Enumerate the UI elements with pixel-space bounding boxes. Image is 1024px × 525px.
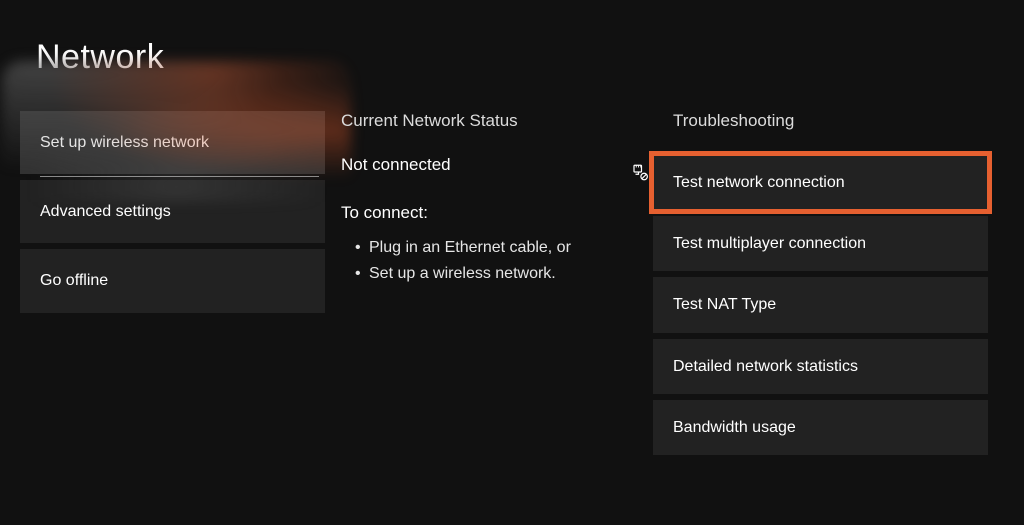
connect-bullet: Set up a wireless network. xyxy=(359,261,643,287)
setup-wireless-button[interactable]: Set up wireless network xyxy=(20,111,325,174)
troubleshooting-item-label: Bandwidth usage xyxy=(673,419,796,436)
troubleshooting-heading: Troubleshooting xyxy=(653,111,988,131)
connect-instructions: Plug in an Ethernet cable, or Set up a w… xyxy=(341,235,643,286)
troubleshooting-panel: Troubleshooting Test network connection … xyxy=(653,111,988,455)
connect-heading: To connect: xyxy=(341,203,643,223)
setup-wireless-label: Set up wireless network xyxy=(40,134,209,151)
page-title: Network xyxy=(36,38,988,77)
bandwidth-usage-button[interactable]: Bandwidth usage xyxy=(653,400,988,455)
go-offline-button[interactable]: Go offline xyxy=(20,249,325,312)
test-nat-type-button[interactable]: Test NAT Type xyxy=(653,277,988,332)
settings-list: Set up wireless network Advanced setting… xyxy=(20,111,325,313)
advanced-settings-label: Advanced settings xyxy=(40,203,171,220)
divider xyxy=(40,176,319,177)
test-network-button[interactable]: Test network connection xyxy=(653,155,988,210)
troubleshooting-list: Test network connection Test multiplayer… xyxy=(653,155,988,455)
test-multiplayer-button[interactable]: Test multiplayer connection xyxy=(653,216,988,271)
advanced-settings-button[interactable]: Advanced settings xyxy=(20,180,325,243)
go-offline-label: Go offline xyxy=(40,272,108,289)
status-heading: Current Network Status xyxy=(341,111,643,131)
detailed-stats-button[interactable]: Detailed network statistics xyxy=(653,339,988,394)
troubleshooting-item-label: Detailed network statistics xyxy=(673,358,858,375)
ethernet-disconnected-icon xyxy=(631,163,649,181)
troubleshooting-item-label: Test network connection xyxy=(673,174,845,191)
connect-bullet: Plug in an Ethernet cable, or xyxy=(359,235,643,261)
troubleshooting-item-label: Test multiplayer connection xyxy=(673,235,866,252)
status-value: Not connected xyxy=(341,155,643,175)
troubleshooting-item-label: Test NAT Type xyxy=(673,296,776,313)
status-panel: Current Network Status Not connected To … xyxy=(341,111,653,286)
